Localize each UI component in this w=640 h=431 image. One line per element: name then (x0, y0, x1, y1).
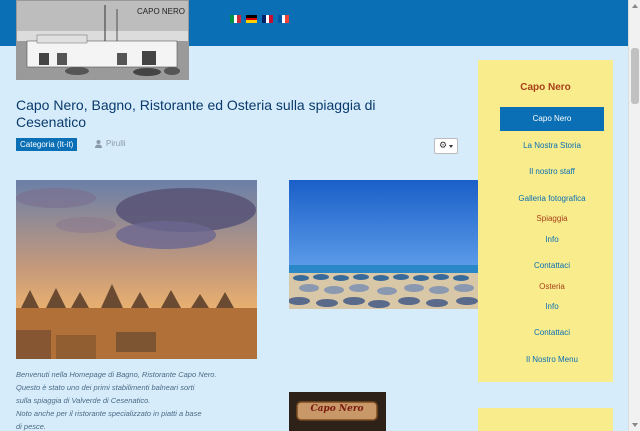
sidebar-item-la-nostra-storia[interactable]: La Nostra Storia (500, 141, 604, 150)
intro-line: di pesce. (16, 422, 47, 431)
sidebar-second-module (478, 408, 613, 431)
language-switcher (230, 15, 290, 24)
page-scrollbar[interactable] (628, 0, 640, 431)
article-tools-button[interactable]: ⚙ (434, 138, 458, 154)
sidebar-item-spiaggia[interactable]: Spiaggia (500, 214, 604, 223)
scrollbar-thumb[interactable] (631, 48, 639, 104)
user-icon (95, 139, 102, 148)
gear-icon: ⚙ (438, 141, 448, 151)
intro-line: Benvenuti nella Homepage di Bagno, Risto… (16, 370, 217, 379)
category-badge[interactable]: Categoria (It-it) (16, 138, 78, 151)
flag-english-icon[interactable] (262, 15, 274, 23)
sidebar-menu: Capo Nero Capo Nero La Nostra Storia Il no… (478, 60, 613, 382)
scroll-up-arrow-icon[interactable] (632, 4, 638, 8)
flag-italian-icon[interactable] (230, 15, 242, 23)
intro-line: sulla spiaggia di Valverde di Cesenatico… (16, 396, 151, 405)
page-title: Capo Nero, Bagno, Ristorante ed Osteria … (16, 97, 376, 130)
sidebar-item-osteria[interactable]: Osteria (500, 282, 604, 291)
sidebar-item-contattaci[interactable]: Contattaci (500, 261, 604, 270)
intro-line: Questo è stato uno dei primi stabiliment… (16, 383, 195, 392)
article-intro-text: Benvenuti nella Homepage di Bagno, Risto… (16, 368, 256, 431)
sidebar-item-contattaci[interactable]: Contattaci (500, 328, 604, 337)
sidebar-item-il-nostro-menu[interactable]: Il Nostro Menu (500, 355, 604, 364)
flag-french-icon[interactable] (278, 15, 290, 23)
scroll-down-arrow-icon[interactable] (632, 423, 638, 427)
sidebar-item-galleria-fotografica[interactable]: Galleria fotografica (500, 194, 604, 203)
sidebar-item-il-nostro-staff[interactable]: Il nostro staff (500, 167, 604, 176)
sidebar-item-capo-nero[interactable]: Capo Nero (500, 107, 604, 131)
beach-umbrellas-photo (289, 180, 479, 309)
sidebar-title: Capo Nero (520, 82, 571, 93)
logo-text: CAPO NERO (137, 7, 186, 16)
author-info: Pirulli (95, 139, 126, 148)
intro-line: Noto anche per il ristorante specializza… (16, 409, 202, 418)
sidebar-item-info[interactable]: Info (500, 235, 604, 244)
beach-sunset-photo (16, 180, 257, 359)
capo-nero-sign-photo: Capo Nero (289, 392, 386, 431)
sign-text: Capo Nero (310, 404, 364, 414)
site-logo[interactable]: CAPO NERO (16, 0, 189, 80)
author-name: Pirulli (106, 139, 126, 148)
flag-german-icon[interactable] (246, 15, 257, 24)
caret-down-icon (449, 144, 454, 148)
sidebar-item-info[interactable]: Info (500, 302, 604, 311)
